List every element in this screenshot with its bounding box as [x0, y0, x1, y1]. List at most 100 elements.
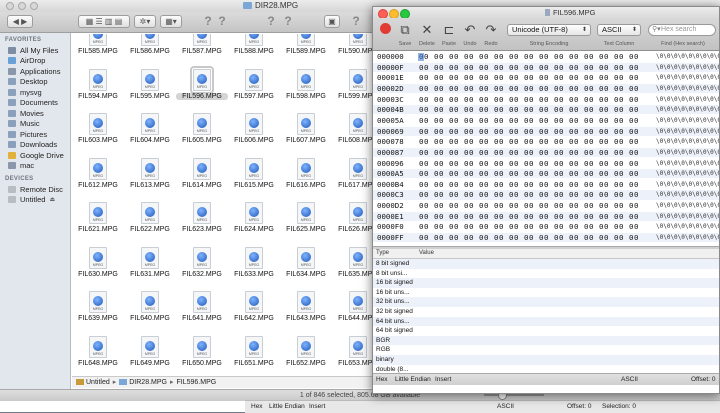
hex-bytes[interactable]: 00 00 00 00 00 00 00 00 00 00 00 00 00 0… — [419, 201, 639, 210]
file-item[interactable]: MPEG FIL616.MPG — [280, 157, 332, 203]
hex-search-input[interactable]: ⚲▾ Hex search — [648, 24, 716, 36]
type-row[interactable]: 8 bit signed — [373, 259, 719, 269]
minimize-button[interactable] — [18, 2, 26, 10]
sidebar-device-item[interactable]: Remote Disc — [0, 184, 70, 195]
file-item[interactable]: MPEG FIL608.MPG — [332, 113, 372, 158]
hex-ascii[interactable]: \0\0\0\0\0\0\0\0\0\0\0\0\0\0\0 — [656, 212, 719, 221]
share-button[interactable]: ▣ — [324, 15, 340, 28]
view-mode-buttons[interactable]: ▦ ☰ ▥ ▤ — [78, 15, 130, 28]
file-item[interactable]: MPEG FIL623.MPG — [176, 202, 228, 247]
sidebar-device-item[interactable]: Untitled ⏏ — [0, 195, 70, 206]
redo-icon[interactable]: ↷ — [483, 22, 499, 38]
sidebar-item[interactable]: Movies — [0, 108, 70, 119]
file-item[interactable]: MPEG FIL635.MPG — [332, 246, 372, 292]
file-item[interactable]: MPEG FIL587.MPG — [176, 34, 228, 69]
file-item[interactable]: MPEG FIL586.MPG — [124, 34, 176, 69]
file-item[interactable]: MPEG FIL614.MPG — [176, 157, 228, 203]
file-item[interactable]: MPEG FIL621.MPG — [72, 202, 124, 247]
text-column-select[interactable]: ASCII ⬍ — [597, 24, 641, 36]
type-row[interactable]: 16 bit signed — [373, 278, 719, 288]
file-item[interactable]: MPEG FIL604.MPG — [124, 113, 176, 158]
hex-row[interactable]: 000096 00 00 00 00 00 00 00 00 00 00 00 0… — [373, 159, 719, 168]
hex-bytes[interactable]: 00 00 00 00 00 00 00 00 00 00 00 00 00 0… — [419, 169, 639, 178]
file-item[interactable]: MPEG FIL585.MPG — [72, 34, 124, 69]
file-item[interactable]: MPEG FIL606.MPG — [228, 113, 280, 158]
hex-row[interactable]: 0000B4 00 00 00 00 00 00 00 00 00 00 00 0… — [373, 180, 719, 189]
file-item[interactable]: MPEG FIL605.MPG — [176, 113, 228, 158]
type-row[interactable]: double (8... — [373, 365, 719, 373]
file-item[interactable]: MPEG FIL599.MPG — [332, 68, 372, 114]
hex-row[interactable]: 0000C3 00 00 00 00 00 00 00 00 00 00 00 0… — [373, 190, 719, 200]
hex-ascii[interactable]: \0\0\0\0\0\0\0\0\0\0\0\0\0\0\0 — [656, 222, 719, 231]
hex-ascii[interactable]: \0\0\0\0\0\0\0\0\0\0\0\0\0\0\0 — [656, 148, 719, 157]
file-item[interactable]: MPEG FIL622.MPG — [124, 202, 176, 247]
hex-ascii[interactable]: \0\0\0\0\0\0\0\0\0\0\0\0\0\0\0 — [656, 116, 719, 125]
paste-icon[interactable]: ⊏ — [441, 22, 457, 38]
file-item[interactable]: MPEG FIL651.MPG — [228, 335, 280, 376]
file-item[interactable]: MPEG FIL626.MPG — [332, 202, 372, 247]
file-item[interactable]: MPEG FIL596.MPG — [176, 65, 228, 114]
hex-row[interactable]: 0000E1 00 00 00 00 00 00 00 00 00 00 00 0… — [373, 211, 719, 221]
hex-bytes[interactable]: 00 00 00 00 00 00 00 00 00 00 00 00 00 0… — [419, 127, 639, 136]
hex-row[interactable]: 00001E 00 00 00 00 00 00 00 00 00 00 00 0… — [373, 73, 719, 82]
hex-ascii[interactable]: \0\0\0\0\0\0\0\0\0\0\0\0\0\0\0 — [656, 95, 719, 104]
hex-ascii[interactable]: \0\0\0\0\0\0\0\0\0\0\0\0\0\0\0 — [656, 63, 719, 72]
eject-icon[interactable]: ⏏ — [49, 196, 55, 203]
hex-bytes[interactable]: 00 00 00 00 00 00 00 00 00 00 00 00 00 0… — [419, 105, 639, 114]
back-forward-buttons[interactable]: ◀ ▶ — [7, 15, 33, 28]
path-item-folder[interactable]: DIR28.MPG — [129, 379, 167, 386]
file-item[interactable]: MPEG FIL648.MPG — [72, 335, 124, 376]
sidebar-item[interactable]: mac — [0, 161, 70, 172]
file-item[interactable]: MPEG FIL617.MPG — [332, 157, 372, 203]
icon-size-slider[interactable] — [484, 394, 544, 396]
record-icon[interactable] — [377, 22, 393, 38]
status-mode[interactable]: Insert — [435, 374, 451, 385]
hex-bytes[interactable]: 00 00 00 00 00 00 00 00 00 00 00 00 00 0… — [419, 148, 639, 157]
hex-row[interactable]: 000078 00 00 00 00 00 00 00 00 00 00 00 0… — [373, 137, 719, 146]
type-row[interactable]: 64 bit signed — [373, 326, 719, 336]
hex-row[interactable]: 0000F0 00 00 00 00 00 00 00 00 00 00 00 0… — [373, 222, 719, 231]
hex-ascii[interactable]: \0\0\0\0\0\0\0\0\0\0\0\0\0\0\0 — [656, 233, 719, 242]
zoom-button[interactable] — [30, 2, 38, 10]
hex-row[interactable]: 00003C 00 00 00 00 00 00 00 00 00 00 00 0… — [373, 95, 719, 104]
action-button[interactable]: ✲▾ — [134, 15, 156, 28]
sidebar-item[interactable]: Music — [0, 119, 70, 130]
hex-ascii[interactable]: \0\0\0\0\0\0\0\0\0\0\0\0\0\0\0 — [656, 201, 719, 210]
hex-ascii[interactable]: \0\0\0\0\0\0\0\0\0\0\0\0\0\0\0 — [656, 159, 719, 168]
help-icon-4[interactable]: ? — [282, 14, 294, 28]
file-item[interactable]: MPEG FIL598.MPG — [280, 68, 332, 114]
sidebar-item[interactable]: AirDrop — [0, 56, 70, 67]
close-button[interactable] — [6, 2, 14, 10]
hex-ascii[interactable]: \0\0\0\0\0\0\0\0\0\0\0\0\0\0\0 — [656, 127, 719, 136]
hex-bytes[interactable]: 00 00 00 00 00 00 00 00 00 00 00 00 00 0… — [419, 137, 639, 146]
hex-row[interactable]: 000069 00 00 00 00 00 00 00 00 00 00 00 0… — [373, 126, 719, 136]
file-item[interactable]: MPEG FIL639.MPG — [72, 291, 124, 336]
hex-bytes[interactable]: 00 00 00 00 00 00 00 00 00 00 00 00 00 0… — [419, 180, 639, 189]
hex-bytes[interactable]: 00 00 00 00 00 00 00 00 00 00 00 00 00 0… — [419, 222, 639, 231]
hex-bytes[interactable]: 00 00 00 00 00 00 00 00 00 00 00 00 00 0… — [419, 233, 639, 242]
file-item[interactable]: MPEG FIL613.MPG — [124, 157, 176, 203]
status-ascii[interactable]: ASCII — [621, 374, 638, 385]
file-item[interactable]: MPEG FIL590.MPG — [332, 34, 372, 69]
file-item[interactable]: MPEG FIL644.MPG — [332, 291, 372, 336]
sidebar-item[interactable]: mysvg — [0, 87, 70, 98]
hex-row[interactable]: 000000 00 00 00 00 00 00 00 00 00 00 00 0… — [373, 52, 719, 61]
file-item[interactable]: MPEG FIL643.MPG — [280, 291, 332, 336]
hex-ascii[interactable]: \0\0\0\0\0\0\0\0\0\0\0\0\0\0\0 — [656, 105, 719, 114]
hex-row[interactable]: 000087 00 00 00 00 00 00 00 00 00 00 00 0… — [373, 147, 719, 157]
type-row[interactable]: 64 bit uns... — [373, 316, 719, 327]
file-item[interactable]: MPEG FIL641.MPG — [176, 291, 228, 336]
file-item[interactable]: MPEG FIL632.MPG — [176, 246, 228, 292]
hex-bytes[interactable]: 00 00 00 00 00 00 00 00 00 00 00 00 00 0… — [419, 95, 639, 104]
hex-bytes[interactable]: 00 00 00 00 00 00 00 00 00 00 00 00 00 0… — [419, 116, 639, 125]
hex-row[interactable]: 00000F 00 00 00 00 00 00 00 00 00 00 00 0… — [373, 62, 719, 72]
file-item[interactable]: MPEG FIL649.MPG — [124, 335, 176, 376]
help-icon-5[interactable]: ? — [350, 14, 362, 28]
help-icon-2[interactable]: ? — [216, 14, 228, 28]
file-item[interactable]: MPEG FIL588.MPG — [228, 34, 280, 69]
help-icon-3[interactable]: ? — [265, 14, 277, 28]
hex-row[interactable]: 00005A 00 00 00 00 00 00 00 00 00 00 00 0… — [373, 116, 719, 125]
sidebar-item[interactable]: Pictures — [0, 129, 70, 140]
file-item[interactable]: MPEG FIL642.MPG — [228, 291, 280, 336]
type-row[interactable]: 32 bit signed — [373, 307, 719, 317]
